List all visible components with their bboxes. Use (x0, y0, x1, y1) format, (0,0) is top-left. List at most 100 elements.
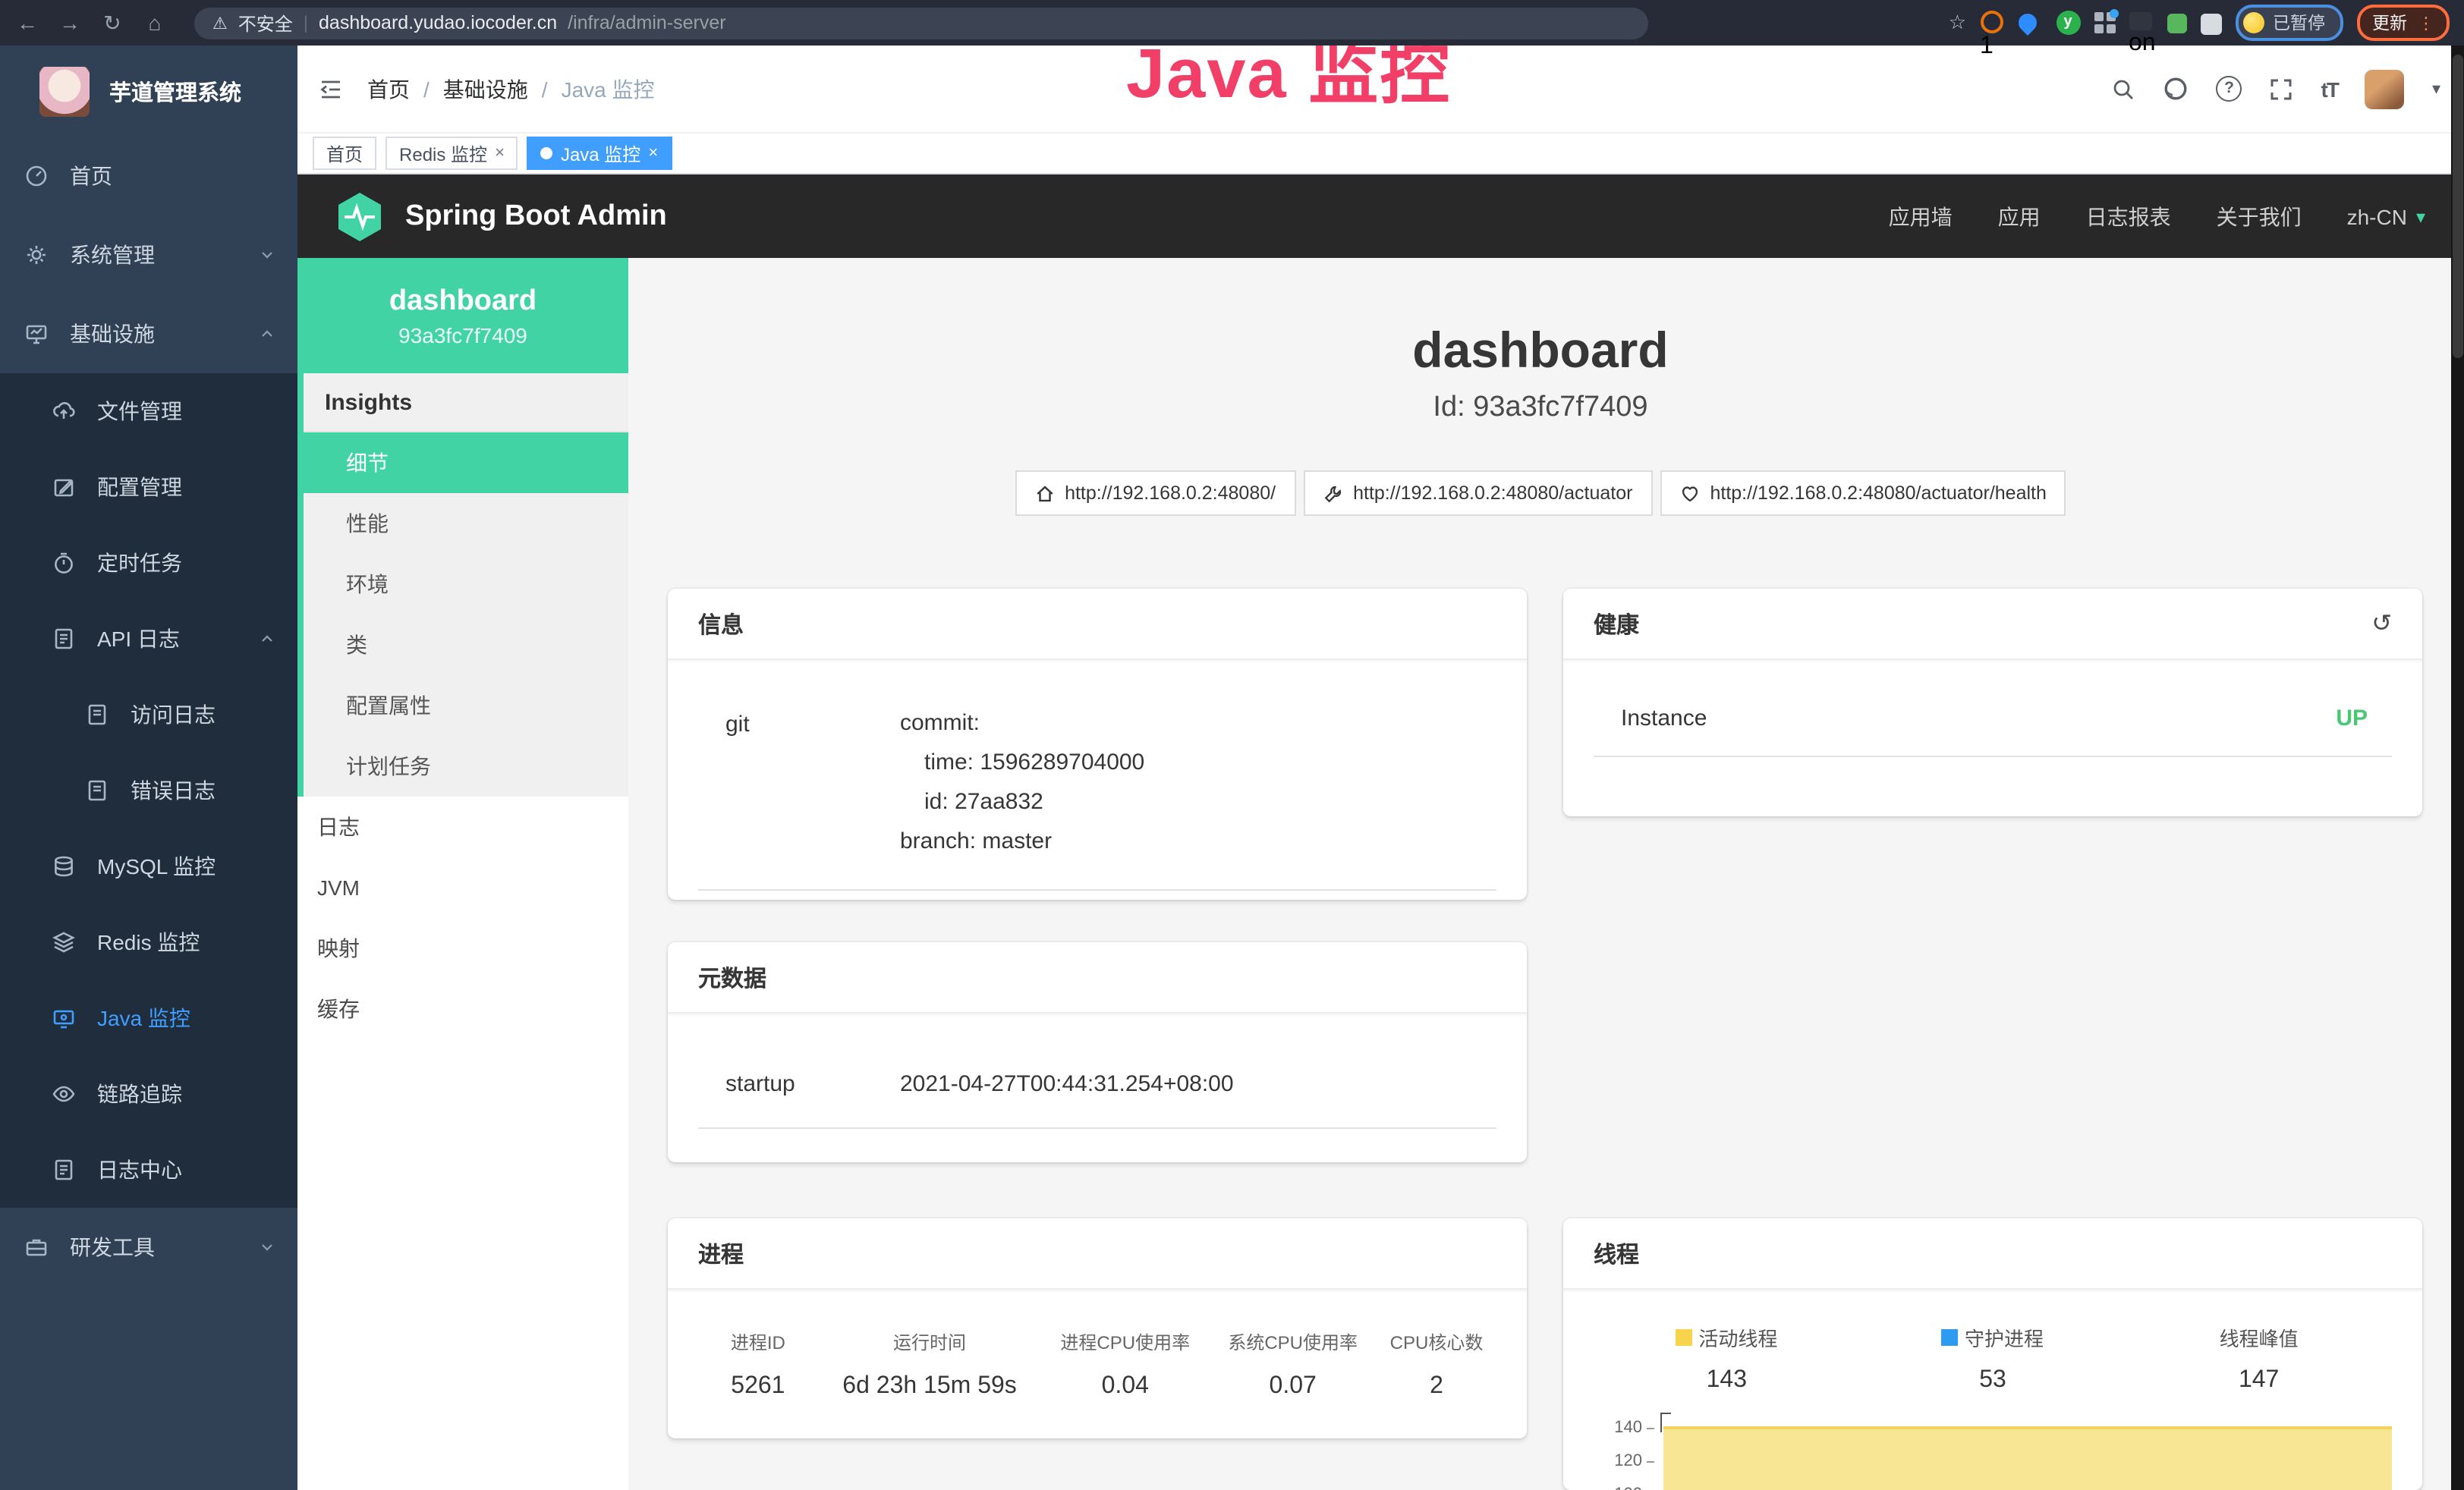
browser-forward-icon[interactable]: → (58, 12, 82, 33)
green-extension-icon[interactable] (2167, 14, 2186, 33)
sidebar-item-redis-monitor[interactable]: Redis 监控 (0, 904, 297, 980)
legend-swatch-blue-icon (1942, 1329, 1959, 1346)
menu-item-metrics[interactable]: 性能 (304, 493, 628, 554)
sidebar-item-tracing[interactable]: 链路追踪 (0, 1056, 297, 1132)
refresh-extension-icon[interactable]: 1 (1980, 11, 2004, 35)
info-value: commit: time: 1596289704000 id: 27aa832 … (900, 704, 1144, 862)
instance-header[interactable]: dashboard 93a3fc7f7409 (297, 258, 628, 373)
menu-item-classes[interactable]: 类 (304, 615, 628, 675)
browser-home-icon[interactable]: ⌂ (143, 12, 167, 33)
sidebar-item-infrastructure[interactable]: 基础设施 (0, 294, 297, 373)
sba-header: Spring Boot Admin 应用墙 应用 日志报表 关于我们 zh-CN… (297, 174, 2464, 258)
browser-update-button[interactable]: 更新 ⋮ (2357, 5, 2450, 41)
font-size-icon[interactable]: tT (2321, 77, 2338, 101)
metadata-value: 2021-04-27T00:44:31.254+08:00 (900, 1071, 1234, 1097)
url-host[interactable]: dashboard.yudao.iocoder.cn (319, 12, 557, 33)
page-title: dashboard (628, 322, 2453, 379)
pin-extension-icon[interactable] (2018, 11, 2042, 35)
bookmark-star-icon[interactable]: ☆ (1949, 11, 1966, 35)
browser-menu-kebab-icon[interactable]: ⋮ (2418, 13, 2434, 33)
sidebar-item-access-logs[interactable]: 访问日志 (0, 677, 297, 753)
link-url: http://192.168.0.2:48080/actuator/health (1710, 483, 2046, 504)
sidebar-item-label: 定时任务 (97, 548, 182, 578)
sba-nav-applications[interactable]: 应用 (1998, 201, 2041, 231)
sidebar-item-config-management[interactable]: 配置管理 (0, 449, 297, 525)
extensions-puzzle-icon[interactable] (2200, 13, 2221, 34)
legend-label: 活动线程 (1698, 1323, 1777, 1352)
sidebar-item-scheduled-tasks[interactable]: 定时任务 (0, 525, 297, 601)
menu-item-details[interactable]: 细节 (304, 432, 628, 493)
breadcrumb-infrastructure[interactable]: 基础设施 (443, 74, 528, 104)
metric-value: 5261 (698, 1373, 818, 1400)
menu-item-mappings[interactable]: 映射 (297, 918, 628, 979)
search-icon[interactable] (2112, 77, 2136, 101)
sba-nav-about[interactable]: 关于我们 (2217, 201, 2302, 231)
sba-nav-wallboard[interactable]: 应用墙 (1889, 201, 1953, 231)
not-secure-label[interactable]: 不安全 (238, 10, 293, 36)
tab-redis-monitor[interactable]: Redis 监控 × (385, 137, 518, 170)
breadcrumb-current: Java 监控 (562, 74, 655, 104)
gear-icon (24, 243, 49, 267)
tab-close-icon[interactable]: × (495, 144, 505, 162)
sba-nav-journal[interactable]: 日志报表 (2086, 201, 2171, 231)
on-extension-icon[interactable]: on (2129, 11, 2153, 35)
app-logo-row[interactable]: 芋道管理系统 (0, 46, 297, 137)
menu-item-scheduled-tasks[interactable]: 计划任务 (304, 736, 628, 797)
menu-item-jvm[interactable]: JVM (297, 857, 628, 918)
help-question-icon[interactable]: ? (2217, 76, 2242, 102)
sidebar-item-label: 配置管理 (97, 472, 182, 502)
sba-brand[interactable]: Spring Boot Admin (334, 190, 667, 242)
sidebar-item-mysql-monitor[interactable]: MySQL 监控 (0, 828, 297, 904)
breadcrumb-home[interactable]: 首页 (367, 74, 410, 104)
fullscreen-icon[interactable] (2270, 77, 2294, 101)
log-document-icon (85, 778, 109, 803)
menu-item-caches[interactable]: 缓存 (297, 979, 628, 1039)
cpu-cores: CPU核心数 2 (1377, 1329, 1496, 1400)
database-icon (52, 854, 76, 879)
eye-icon (52, 1082, 76, 1106)
page-scrollbar[interactable] (2451, 46, 2464, 1490)
scrollbar-thumb[interactable] (2453, 55, 2463, 358)
service-url-link[interactable]: http://192.168.0.2:48080/ (1015, 470, 1295, 516)
profile-paused-chip[interactable]: 已暂停 (2235, 5, 2343, 41)
tab-java-monitor[interactable]: Java 监控 × (527, 137, 672, 170)
health-url-link[interactable]: http://192.168.0.2:48080/actuator/health (1660, 470, 2066, 516)
browser-toolbar: ← → ↻ ⌂ ⚠ 不安全 | dashboard.yudao.iocoder.… (0, 0, 2464, 46)
menu-item-environment[interactable]: 环境 (304, 554, 628, 615)
browser-back-icon[interactable]: ← (15, 12, 39, 33)
sidebar-item-log-center[interactable]: 日志中心 (0, 1132, 297, 1208)
metadata-startup-row: startup 2021-04-27T00:44:31.254+08:00 (698, 1071, 1496, 1129)
health-card-title: 健康 (1594, 608, 1639, 640)
url-path[interactable]: /infra/admin-server (568, 12, 725, 33)
legend-daemon-threads: 守护进程 53 (1860, 1323, 2126, 1394)
y-logo-extension-icon[interactable]: y (2056, 11, 2080, 35)
health-key: Instance (1594, 706, 1707, 731)
sidebar-item-error-logs[interactable]: 错误日志 (0, 753, 297, 828)
sidebar-item-api-logs[interactable]: API 日志 (0, 601, 297, 677)
user-avatar[interactable] (2365, 69, 2405, 108)
tab-home[interactable]: 首页 (313, 137, 376, 170)
menu-item-logging[interactable]: 日志 (297, 797, 628, 857)
browser-reload-icon[interactable]: ↻ (100, 12, 124, 33)
menu-item-config-props[interactable]: 配置属性 (304, 675, 628, 736)
legend-live-threads: 活动线程 143 (1594, 1323, 1860, 1394)
sidebar-item-java-monitor[interactable]: Java 监控 (0, 980, 297, 1056)
tab-close-icon[interactable]: × (648, 144, 658, 162)
avatar-caret-down-icon[interactable]: ▾ (2432, 79, 2440, 99)
profile-emoji-icon (2242, 12, 2264, 33)
actuator-url-link[interactable]: http://192.168.0.2:48080/actuator (1303, 470, 1652, 516)
metadata-card-title: 元数据 (668, 942, 1527, 1014)
wrench-icon (1323, 483, 1342, 503)
sidebar-item-system[interactable]: 系统管理 (0, 215, 297, 294)
tab-label: Java 监控 (561, 140, 640, 166)
grid-extension-icon[interactable] (2094, 12, 2115, 33)
address-bar[interactable]: ⚠ 不安全 | dashboard.yudao.iocoder.cn /infr… (194, 7, 1648, 39)
github-icon[interactable] (2163, 76, 2189, 102)
health-instance-row[interactable]: Instance UP (1594, 706, 2392, 757)
locale-select[interactable]: zh-CN ▾ (2347, 204, 2425, 228)
sidebar-item-file-management[interactable]: 文件管理 (0, 373, 297, 449)
sidebar-fold-icon[interactable] (319, 77, 343, 101)
sidebar-item-dev-tools[interactable]: 研发工具 (0, 1208, 297, 1287)
sidebar-item-home[interactable]: 首页 (0, 137, 297, 215)
health-history-icon[interactable]: ↺ (2371, 608, 2392, 639)
